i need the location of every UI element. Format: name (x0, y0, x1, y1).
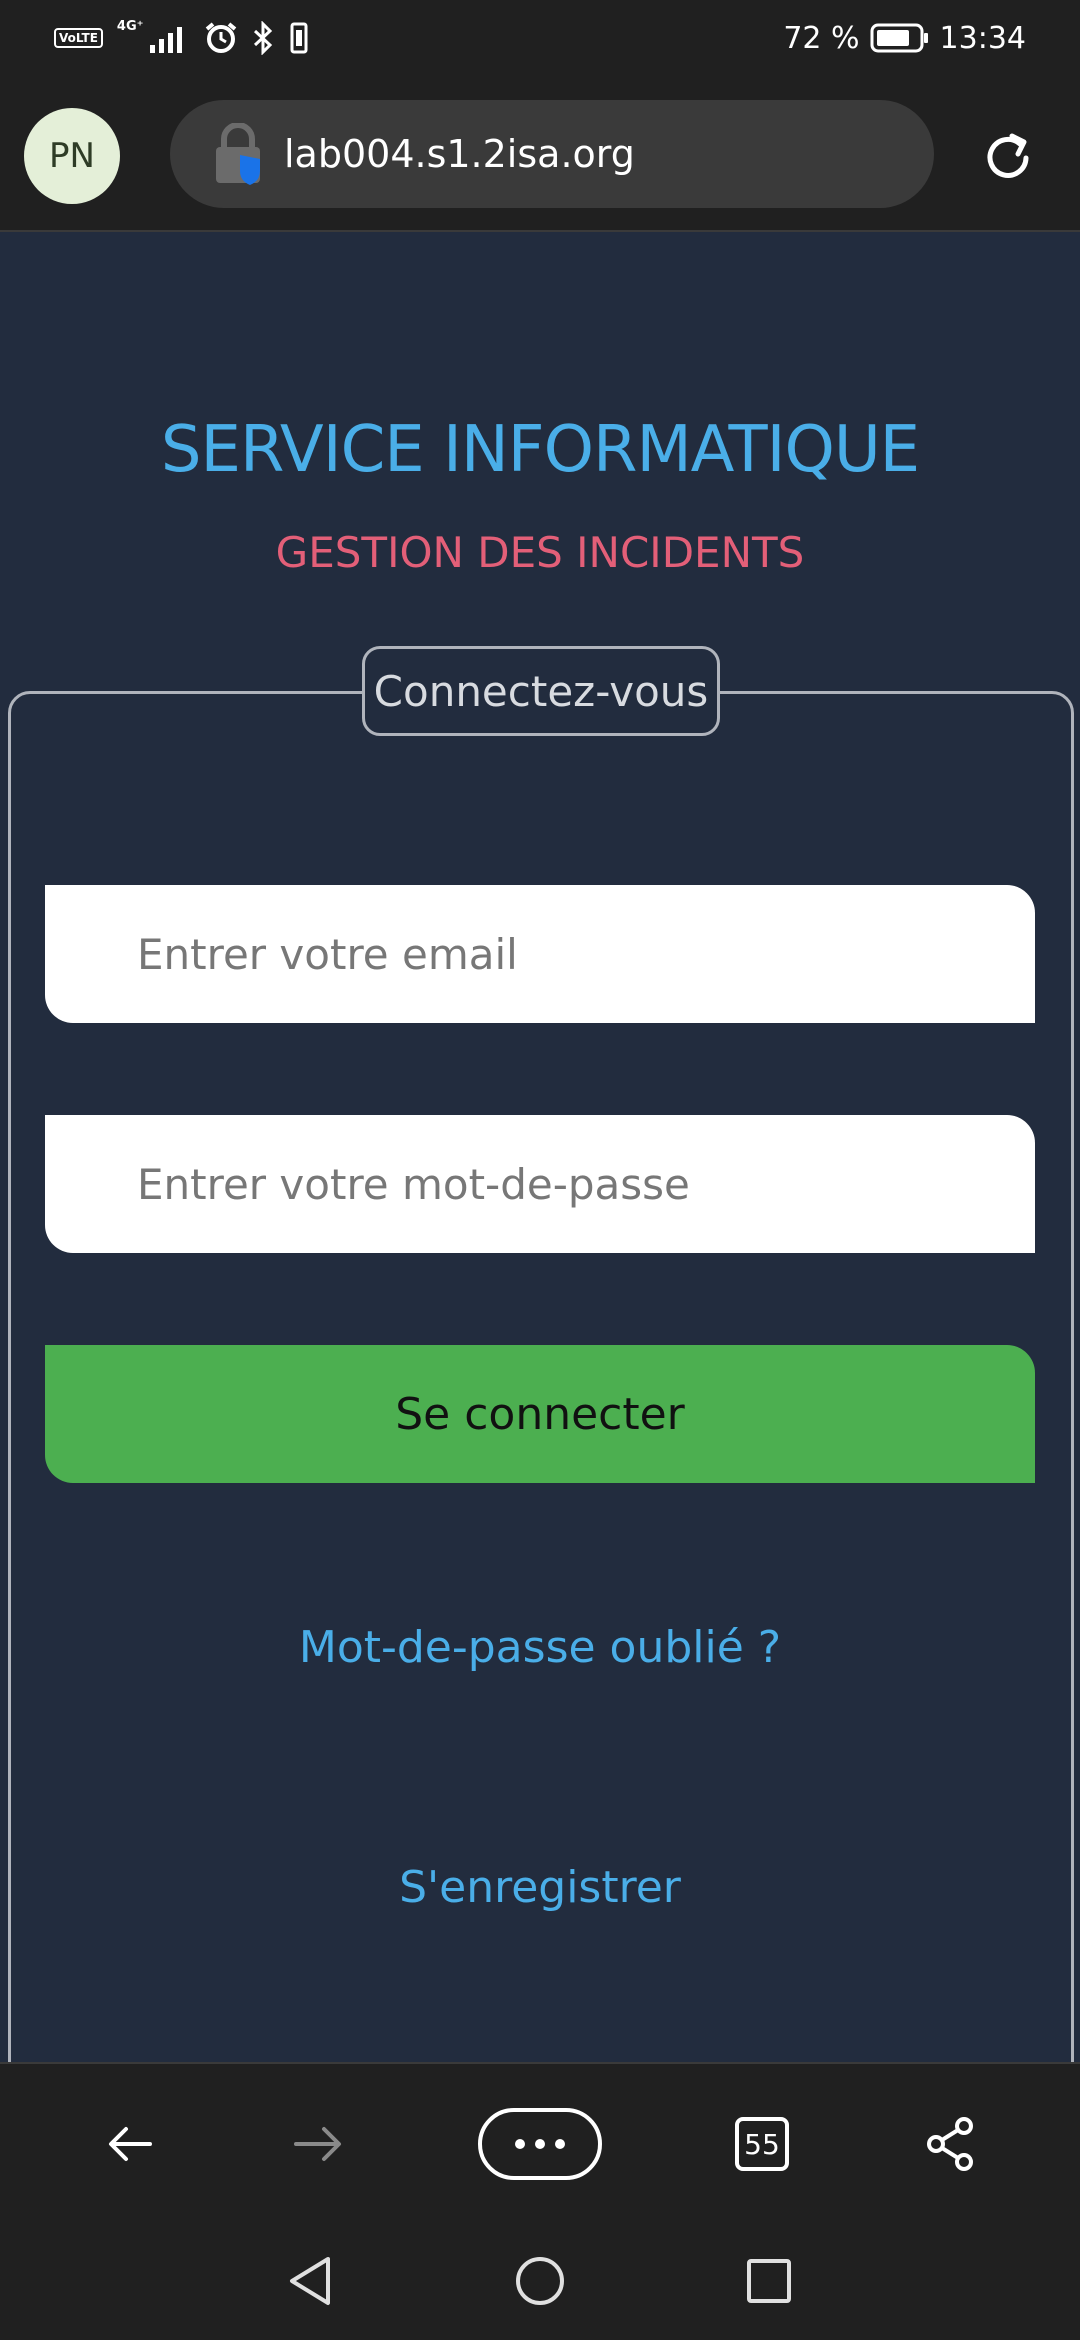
status-right-group: 72 % 13:34 (783, 16, 1026, 60)
system-navigation-bar (0, 2220, 1080, 2340)
url-text: lab004.s1.2isa.org (284, 132, 635, 176)
page-title: SERVICE INFORMATIQUE (160, 413, 920, 487)
alarm-icon (205, 22, 236, 53)
password-field[interactable] (45, 1115, 1035, 1253)
reload-icon (987, 133, 1029, 178)
volte-icon: VoLTE (54, 28, 103, 48)
system-back-icon (290, 2257, 330, 2305)
status-left-group: VoLTE 4G⁺ (54, 18, 310, 58)
forward-arrow-icon (294, 2127, 341, 2161)
network-type-label: 4G⁺ (116, 19, 144, 34)
profile-avatar[interactable]: PN (24, 108, 120, 204)
more-menu-button[interactable] (478, 2108, 602, 2180)
back-button[interactable] (90, 2104, 170, 2184)
clock: 13:34 (939, 20, 1026, 56)
bluetooth-icon (253, 21, 272, 55)
tabs-button[interactable]: 55 (722, 2104, 802, 2184)
status-bar: VoLTE 4G⁺ 72 % 13:34 (0, 0, 1080, 78)
address-bar[interactable]: lab004.s1.2isa.org (170, 100, 934, 208)
email-field[interactable] (45, 885, 1035, 1023)
system-home-icon (516, 2257, 564, 2305)
system-back-button[interactable] (274, 2246, 344, 2316)
system-recents-icon (747, 2259, 791, 2303)
tabs-icon: 55 (735, 2117, 789, 2171)
share-icon (927, 2117, 973, 2171)
share-button[interactable] (910, 2104, 990, 2184)
reload-button[interactable] (978, 128, 1038, 188)
vibrate-icon (290, 22, 307, 54)
lock-shield-icon[interactable] (214, 123, 266, 185)
battery-percent: 72 % (783, 20, 860, 56)
system-recents-button[interactable] (734, 2246, 804, 2316)
system-home-button[interactable] (505, 2246, 575, 2316)
register-link[interactable]: S'enregistrer (0, 1862, 1080, 1913)
more-icon (515, 2139, 565, 2149)
back-arrow-icon (109, 2127, 152, 2161)
web-page: SERVICE INFORMATIQUE GESTION DES INCIDEN… (0, 232, 1080, 2062)
browser-bottom-bar: 55 (0, 2062, 1080, 2220)
page-subtitle: GESTION DES INCIDENTS (275, 528, 805, 577)
forward-button[interactable] (278, 2104, 358, 2184)
login-form-legend: Connectez-vous (362, 646, 720, 736)
forgot-password-link[interactable]: Mot-de-passe oublié ? (0, 1622, 1080, 1673)
browser-toolbar: PN lab004.s1.2isa.org (0, 78, 1080, 232)
battery-icon (870, 23, 928, 53)
login-button[interactable]: Se connecter (45, 1345, 1035, 1483)
signal-icon (149, 27, 182, 53)
